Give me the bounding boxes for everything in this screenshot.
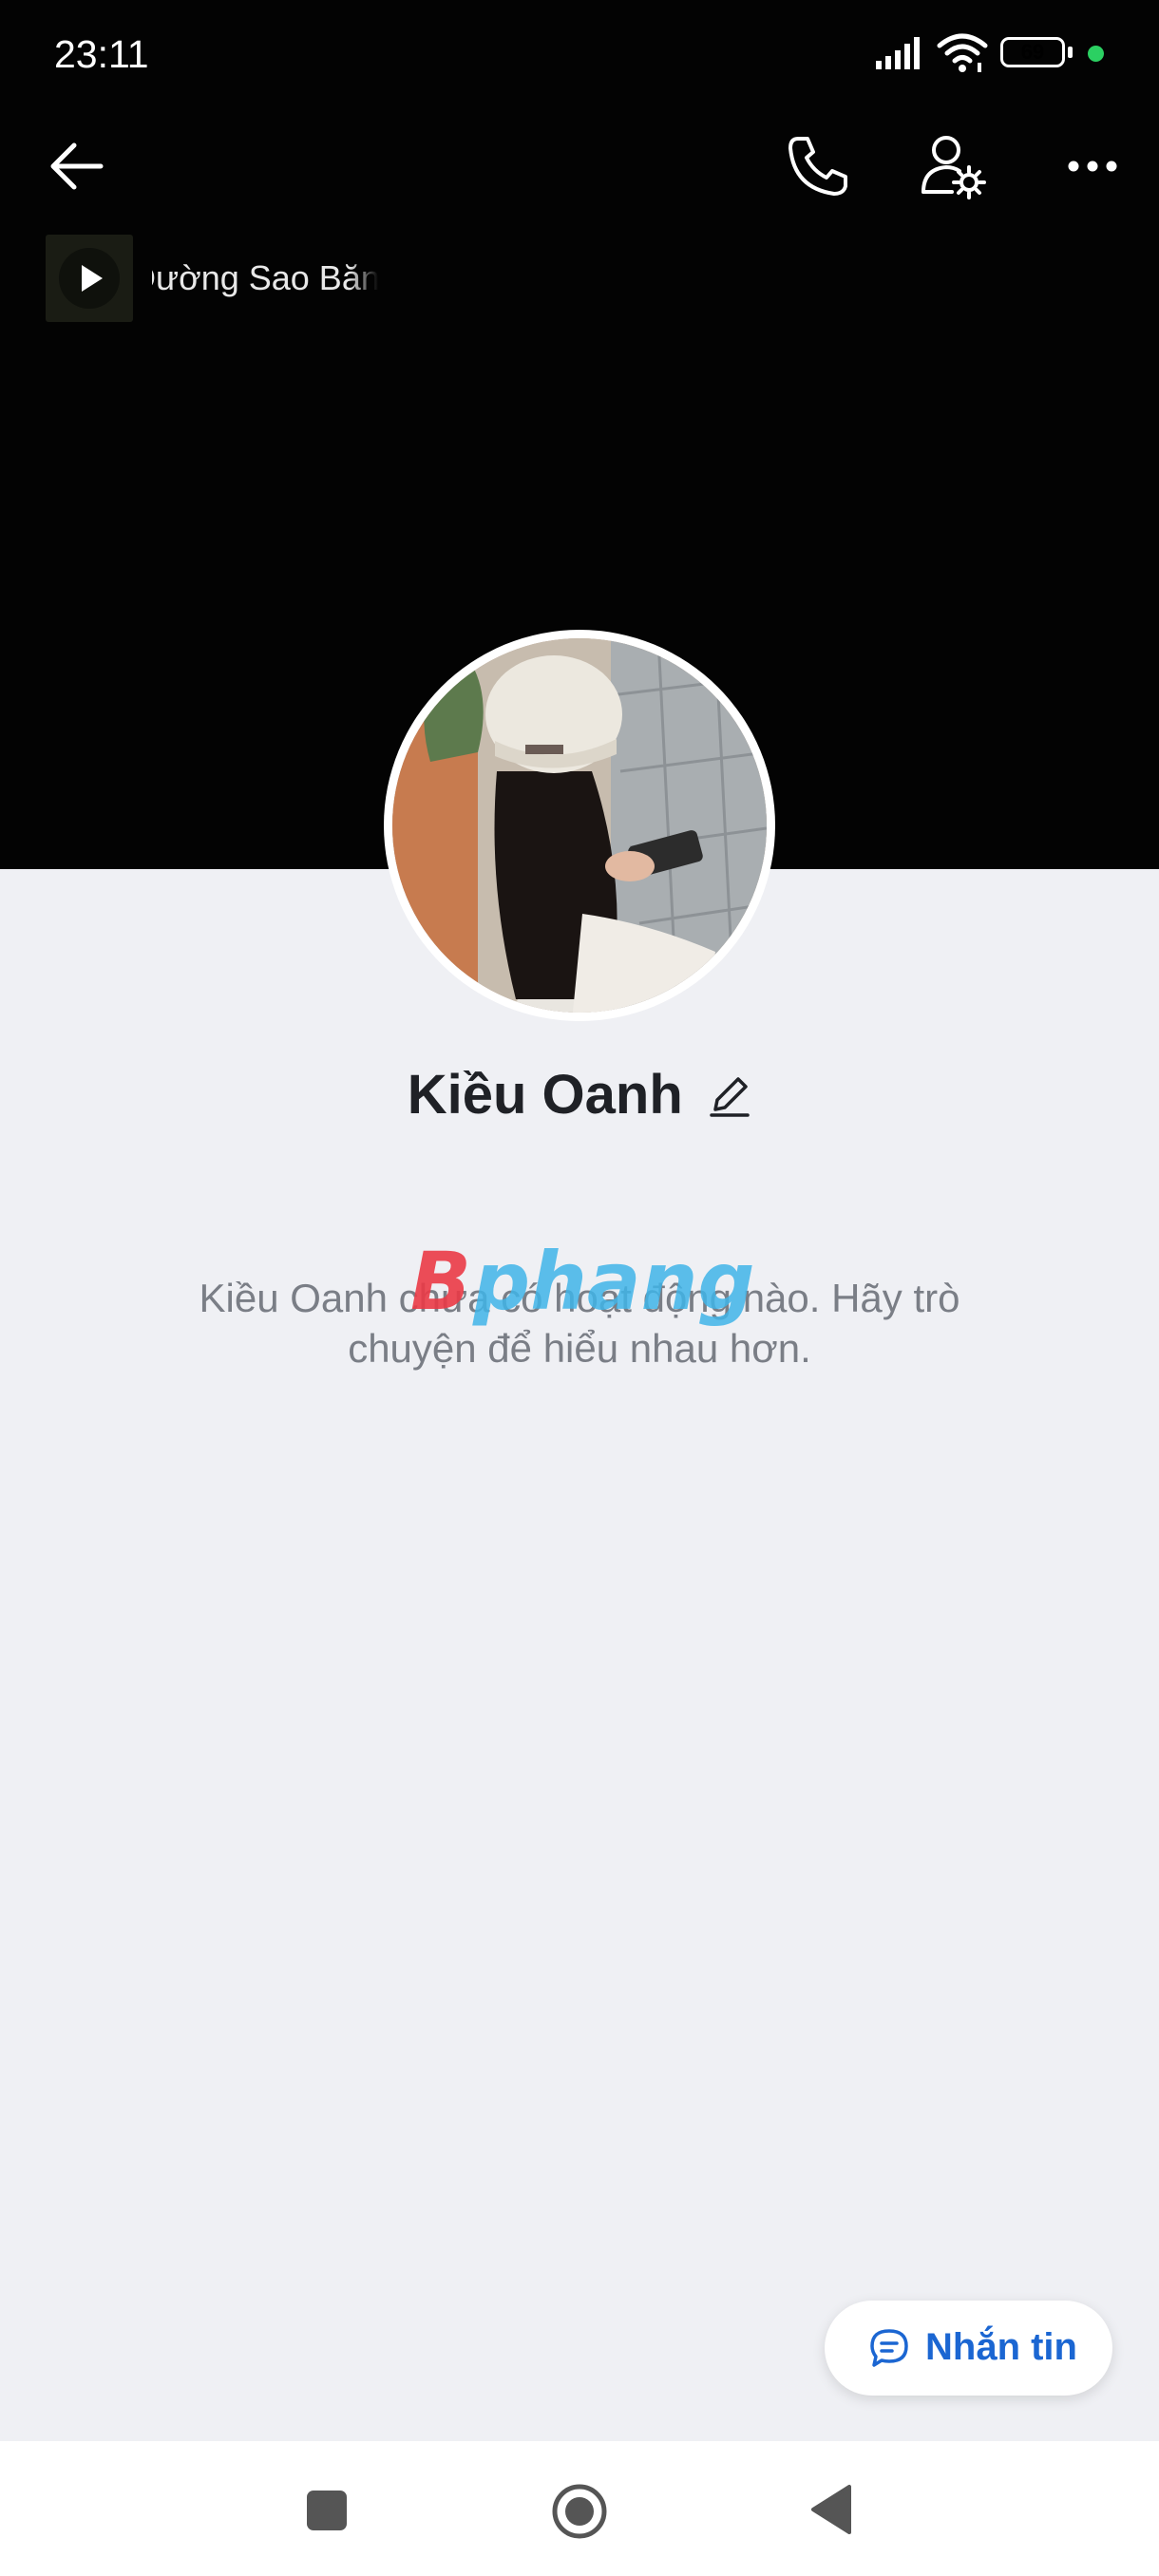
user-settings-icon <box>922 136 986 199</box>
call-button[interactable] <box>785 133 851 199</box>
status-bar: 23:11 69 <box>0 0 1159 112</box>
battery-icon: 69 <box>1000 37 1065 67</box>
battery-level-text: 69 <box>1020 40 1045 64</box>
system-nav-bar <box>0 2441 1159 2576</box>
chat-bubble-icon <box>870 2329 908 2367</box>
music-play-button[interactable] <box>59 248 120 309</box>
nav-back-button[interactable] <box>809 2483 853 2536</box>
wifi-icon <box>937 33 988 72</box>
avatar[interactable] <box>384 630 775 1021</box>
profile-name: Kiều Oanh <box>407 1064 683 1126</box>
profile-name-row: Kiều Oanh <box>0 1062 1159 1128</box>
play-icon <box>82 265 103 292</box>
watermark-logo: B phang <box>410 1235 755 1328</box>
svg-text:B: B <box>410 1235 471 1328</box>
pencil-icon <box>710 1077 750 1117</box>
avatar-photo <box>392 638 767 1013</box>
phone-icon <box>788 137 847 196</box>
signal-icon <box>876 37 920 69</box>
circle-home-icon <box>552 2484 607 2539</box>
nav-home-button[interactable] <box>551 2483 608 2540</box>
back-button[interactable] <box>46 138 112 195</box>
music-thumbnail <box>46 235 133 322</box>
profile-music-chip[interactable]: Đường Sao Băng <box>46 235 378 322</box>
send-message-button[interactable]: Nhắn tin <box>825 2301 1112 2396</box>
triangle-back-icon <box>811 2485 851 2534</box>
arrow-left-icon <box>50 142 104 190</box>
status-time: 23:11 <box>54 32 149 76</box>
privacy-indicator-dot <box>1088 46 1104 62</box>
edit-name-button[interactable] <box>708 1071 751 1119</box>
battery-tip <box>1068 47 1073 58</box>
music-title: Đường Sao Băng <box>152 258 378 297</box>
svg-text:phang: phang <box>472 1235 755 1328</box>
profile-settings-button[interactable] <box>920 133 988 201</box>
square-icon[interactable] <box>307 2491 347 2530</box>
send-message-label: Nhắn tin <box>925 2326 1077 2368</box>
music-title-fade <box>350 235 378 322</box>
more-options-button[interactable] <box>1064 147 1121 185</box>
more-horizontal-icon <box>1068 161 1117 172</box>
